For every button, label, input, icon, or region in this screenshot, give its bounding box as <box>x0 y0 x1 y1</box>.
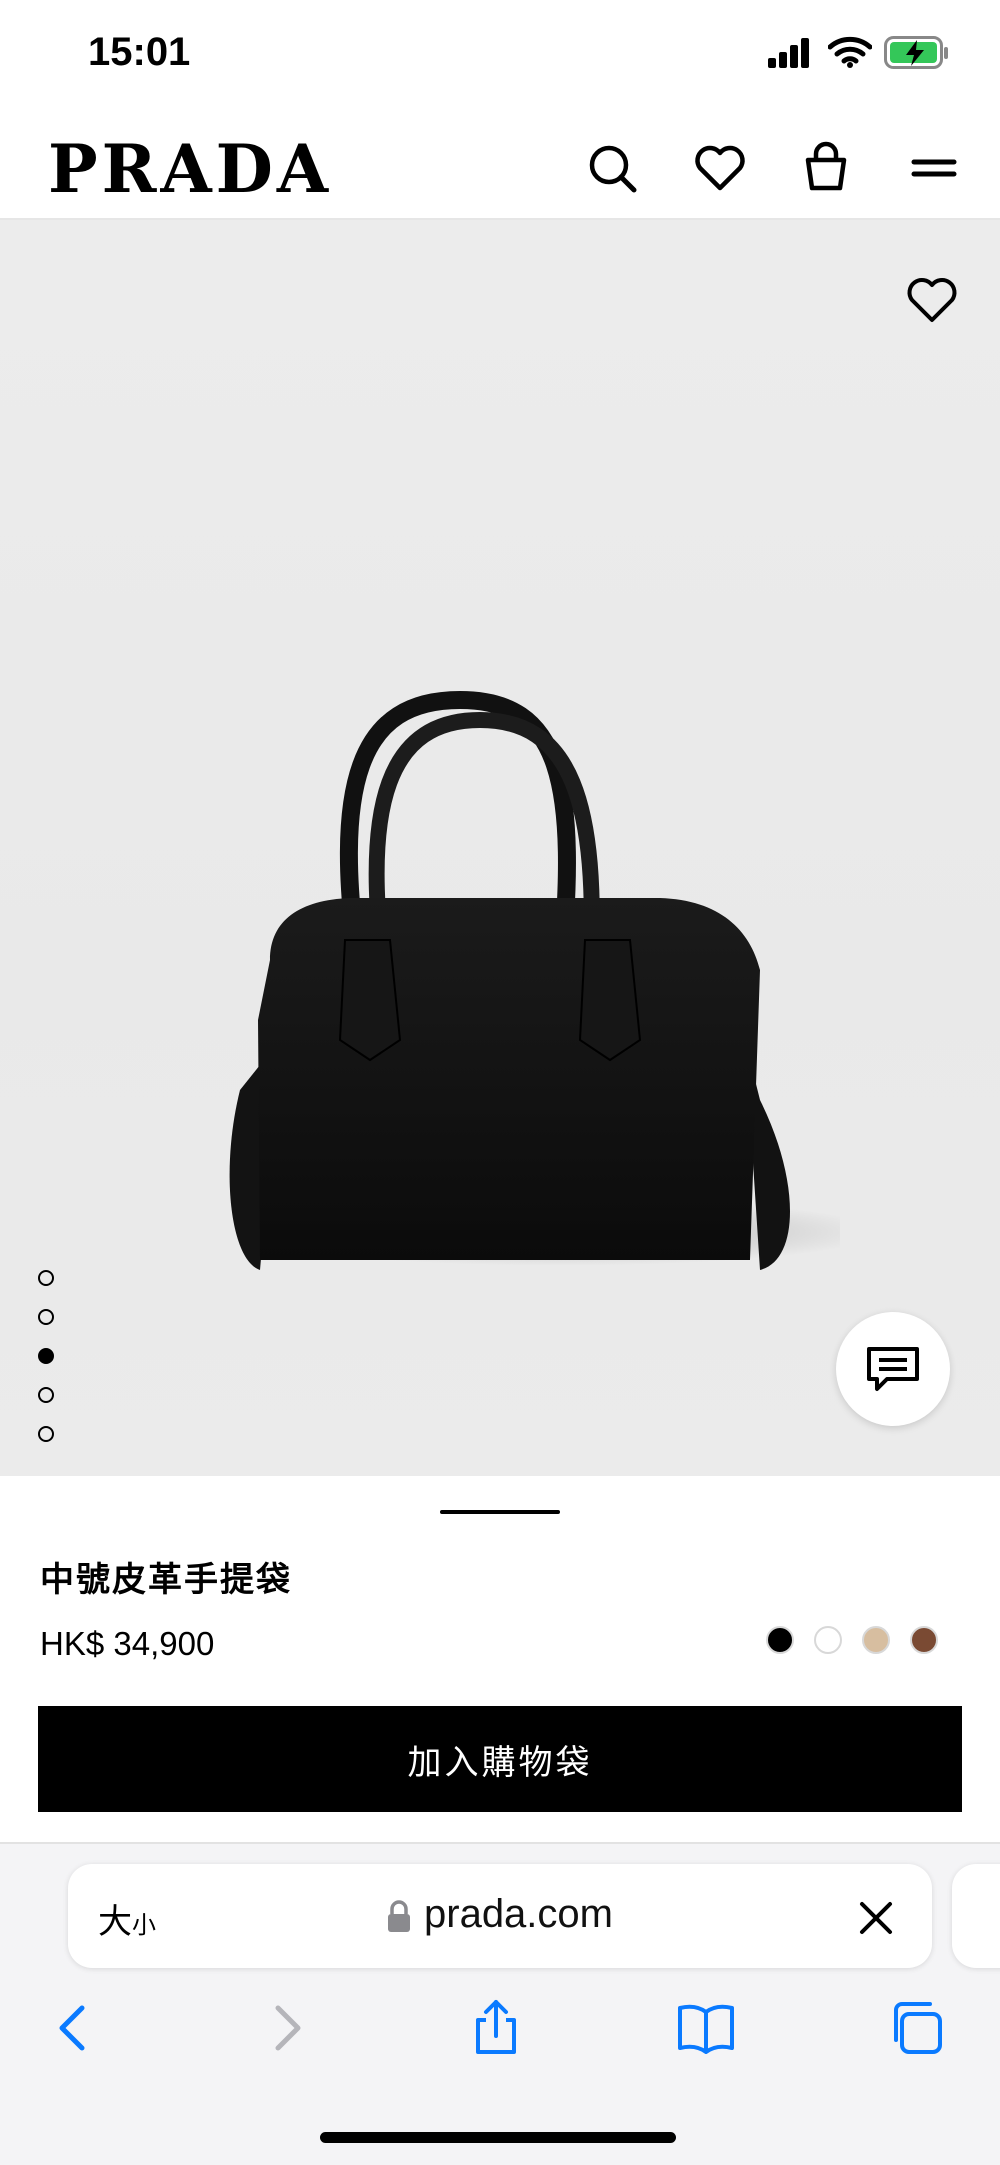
menu-icon[interactable] <box>906 140 962 196</box>
text-size-button[interactable]: 大小 <box>98 1894 156 1943</box>
browser-toolbar: 大小 prada.com <box>0 1842 1000 2165</box>
product-name: 中號皮革手提袋 <box>40 1561 292 1599</box>
next-tab-peek[interactable] <box>952 1864 1000 1968</box>
color-swatch-brown[interactable] <box>910 1626 938 1654</box>
shopping-bag-icon[interactable] <box>798 140 854 196</box>
home-indicator <box>320 2132 676 2143</box>
gallery-dot[interactable] <box>38 1309 54 1325</box>
url-text[interactable]: prada.com <box>424 1892 613 1937</box>
color-swatch-beige[interactable] <box>862 1626 890 1654</box>
gallery-dot[interactable] <box>38 1426 54 1442</box>
share-icon[interactable] <box>466 1998 526 2058</box>
text-size-large: 大 <box>98 1903 132 1941</box>
gallery-pagination[interactable] <box>38 1270 54 1465</box>
status-bar: 15:01 <box>0 0 1000 110</box>
color-swatch-black[interactable] <box>766 1626 794 1654</box>
lock-icon <box>388 1900 410 1932</box>
site-header: PRADA <box>0 110 1000 220</box>
wifi-icon <box>828 36 872 68</box>
tabs-overview-icon[interactable] <box>886 1998 946 2058</box>
text-size-small: 小 <box>132 1912 156 1939</box>
sheet-drag-handle[interactable] <box>440 1510 560 1514</box>
gallery-dot[interactable] <box>38 1387 54 1403</box>
chat-icon <box>867 1347 919 1391</box>
wishlist-heart-icon[interactable] <box>692 140 748 196</box>
back-chevron-icon[interactable] <box>44 1998 104 2058</box>
add-to-wishlist-heart-icon[interactable] <box>904 272 960 328</box>
address-bar[interactable]: 大小 prada.com <box>68 1864 932 1968</box>
color-swatches <box>766 1626 938 1660</box>
brand-logo[interactable]: PRADA <box>48 136 332 202</box>
search-icon[interactable] <box>584 140 640 196</box>
gallery-dot-active[interactable] <box>38 1348 54 1364</box>
status-time: 15:01 <box>88 30 191 74</box>
close-icon[interactable] <box>858 1900 894 1936</box>
color-swatch-white[interactable] <box>814 1626 842 1654</box>
product-image <box>229 690 840 1270</box>
forward-chevron-icon[interactable] <box>256 1998 316 2058</box>
product-price: HK$ 34,900 <box>40 1625 215 1662</box>
chat-button[interactable] <box>836 1312 950 1426</box>
bookmarks-book-icon[interactable] <box>676 1998 736 2058</box>
add-to-bag-button[interactable]: 加入購物袋 <box>38 1706 962 1812</box>
cellular-signal-icon <box>768 38 809 68</box>
battery-charging-icon <box>884 36 948 69</box>
gallery-dot[interactable] <box>38 1270 54 1286</box>
product-gallery[interactable] <box>0 220 1000 1476</box>
